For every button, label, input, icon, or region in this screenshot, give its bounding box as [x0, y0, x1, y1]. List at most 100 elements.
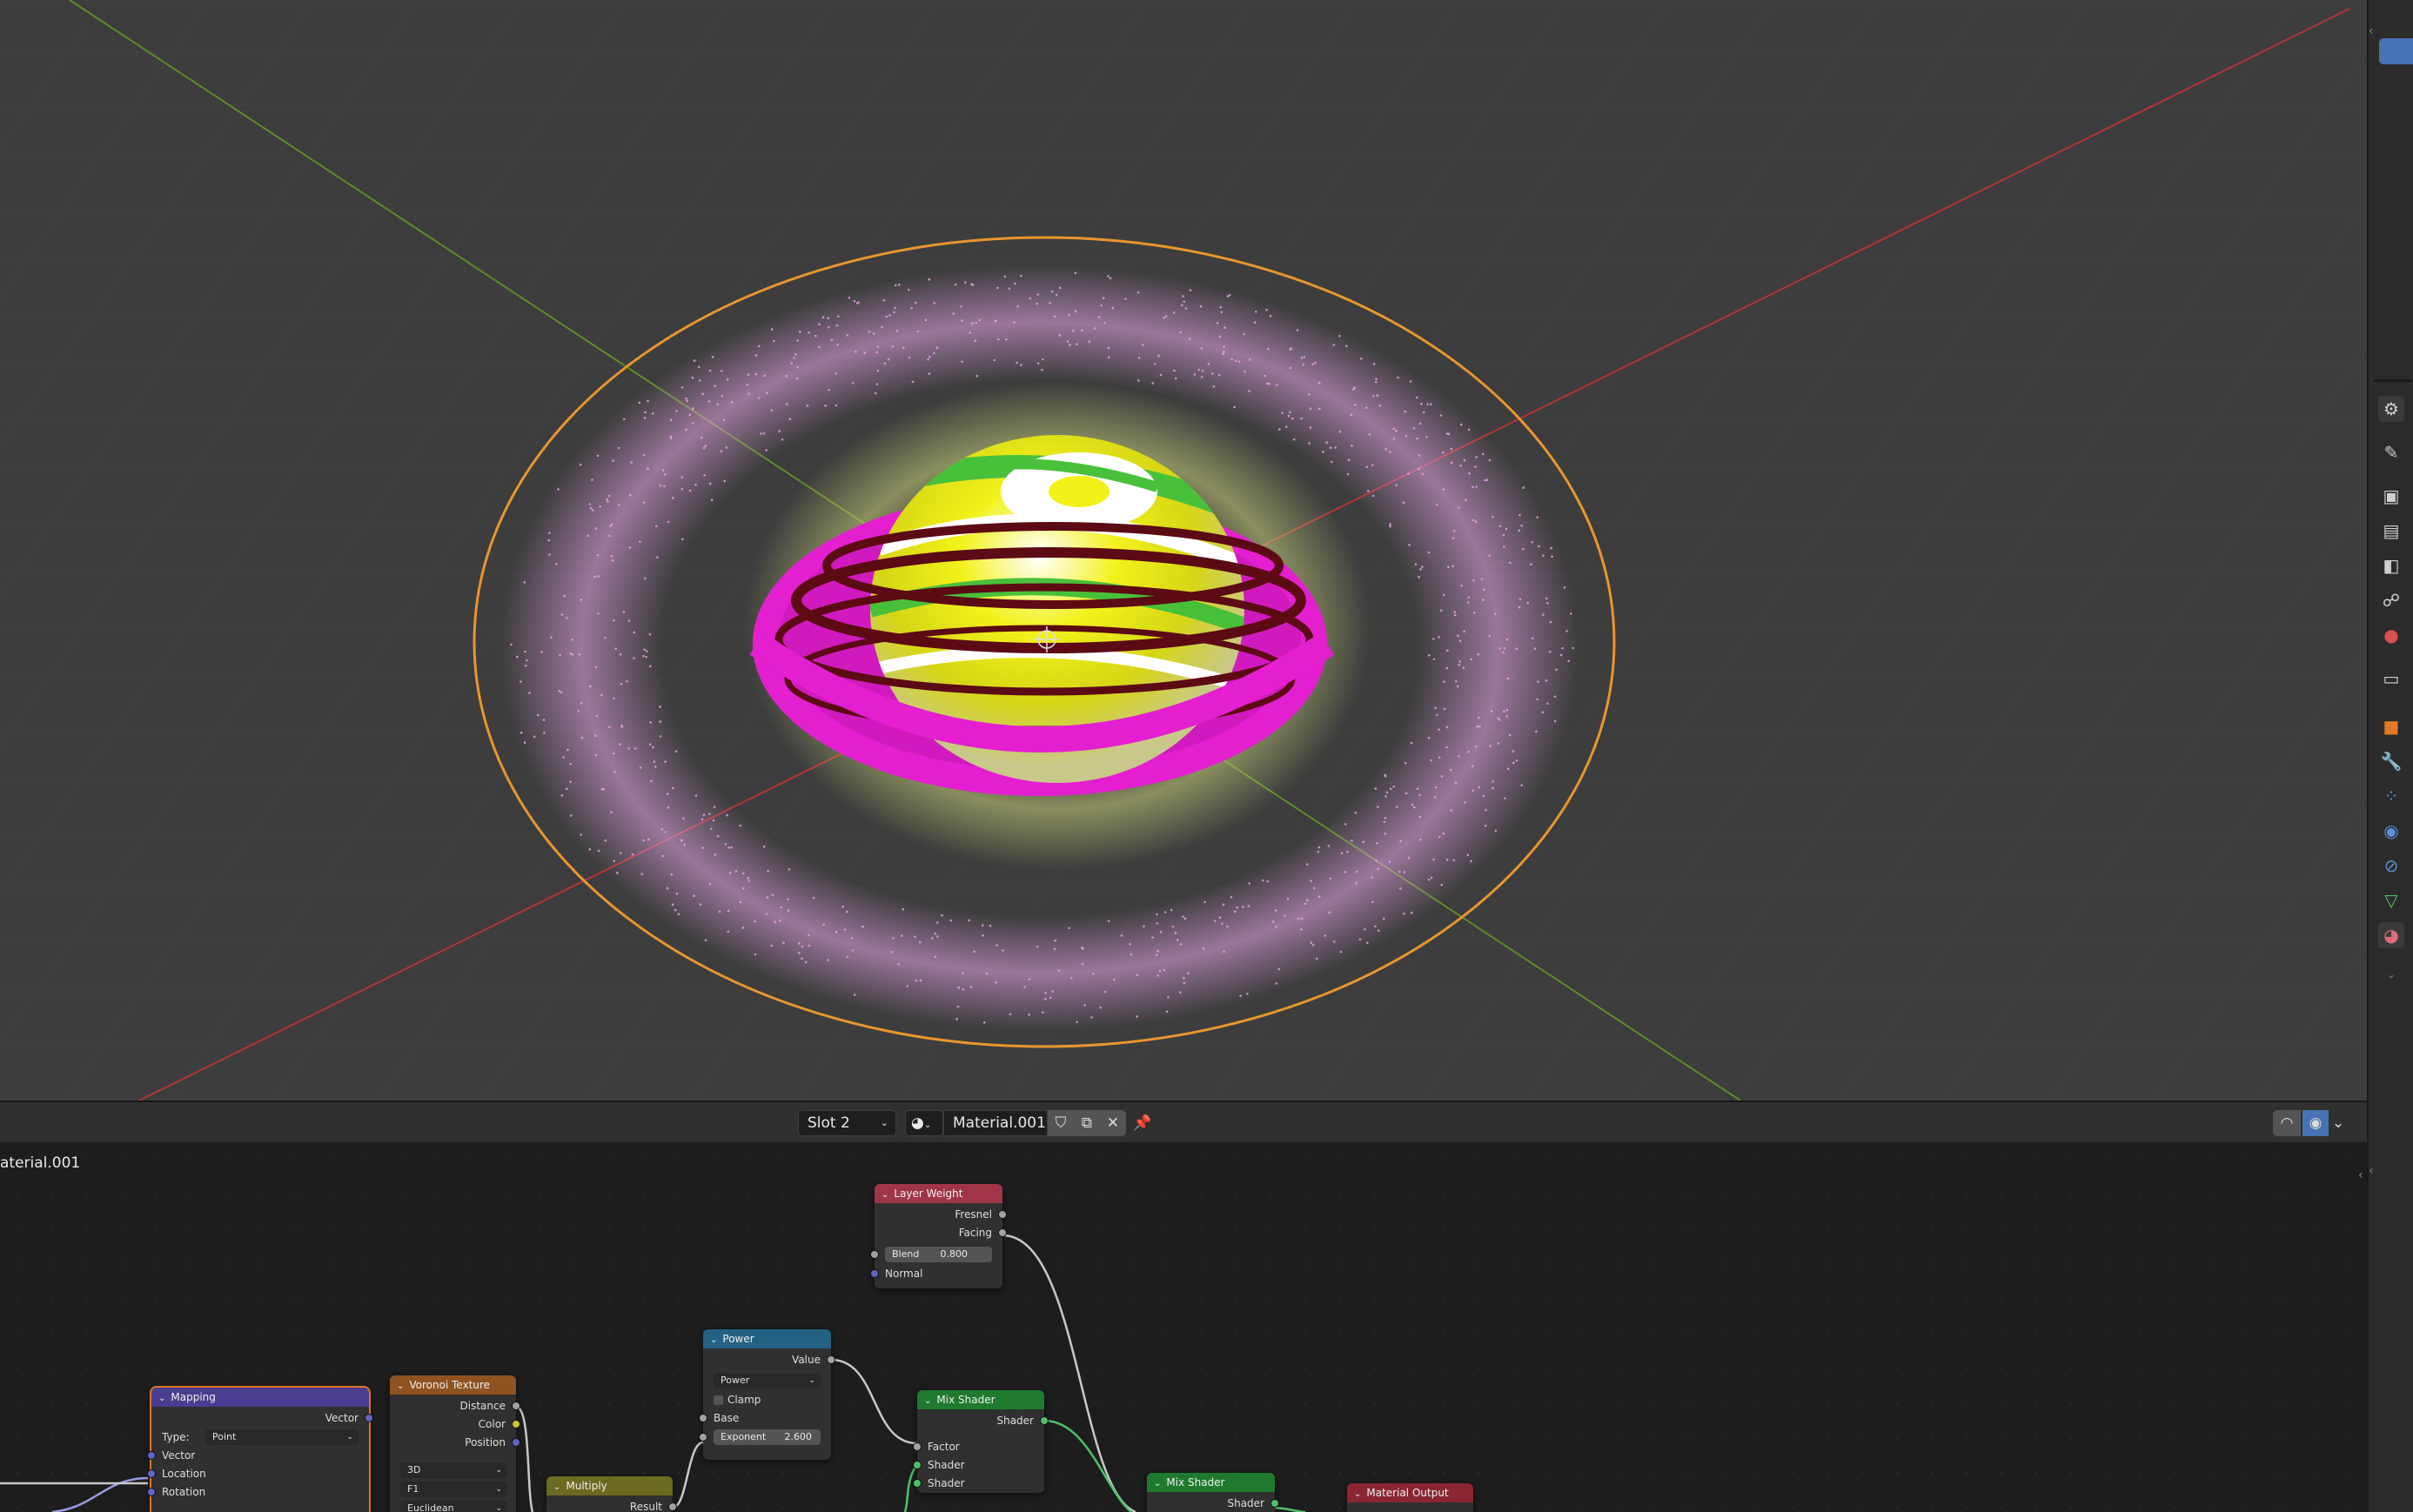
- output-icon[interactable]: ▣: [2378, 483, 2404, 509]
- socket-factor[interactable]: [913, 1442, 922, 1451]
- tool-icon[interactable]: ⚙: [2378, 396, 2404, 422]
- dimensions-dropdown[interactable]: 3D ⌄: [400, 1462, 507, 1478]
- particle: [981, 924, 984, 927]
- node-material-output[interactable]: ⌄ Material Output: [1347, 1483, 1473, 1512]
- particle: [1392, 427, 1395, 431]
- properties-header-tab[interactable]: [2379, 38, 2413, 64]
- collapse-chevron-icon[interactable]: ⌄: [881, 1186, 888, 1205]
- feature-dropdown[interactable]: F1 ⌄: [400, 1482, 507, 1497]
- socket-result[interactable]: [668, 1502, 677, 1511]
- socket-normal[interactable]: [870, 1269, 879, 1278]
- socket-distance[interactable]: [512, 1402, 520, 1410]
- exponent-field[interactable]: Exponent 2.600: [714, 1429, 821, 1445]
- socket-color[interactable]: [512, 1420, 520, 1428]
- particles-icon[interactable]: ⁘: [2378, 783, 2404, 809]
- metric-dropdown[interactable]: Euclidean ⌄: [400, 1501, 507, 1512]
- node-mapping[interactable]: ⌄ Mapping Vector Type: Point ⌄ Vector Loca…: [147, 1386, 373, 1512]
- overlay-toggle-icon[interactable]: ◠: [2273, 1110, 2301, 1136]
- particle: [1109, 277, 1112, 280]
- socket-base[interactable]: [699, 1414, 707, 1422]
- node-header[interactable]: ⌄ Multiply: [546, 1476, 673, 1495]
- socket-rotation[interactable]: [147, 1488, 156, 1496]
- world-icon[interactable]: ●: [2378, 622, 2404, 648]
- node-header[interactable]: ⌄ Voronoi Texture: [390, 1375, 516, 1395]
- particle: [881, 325, 883, 329]
- scene-props-icon[interactable]: ☍: [2378, 587, 2404, 613]
- collapse-chevron-icon[interactable]: ⌄: [1354, 1485, 1361, 1504]
- particle: [961, 360, 963, 364]
- socket-position[interactable]: [512, 1438, 520, 1447]
- unlink-close-icon[interactable]: ✕: [1100, 1110, 1126, 1136]
- node-layer-weight[interactable]: ⌄ Layer Weight Fresnel Facing Blend 0.800 …: [870, 1184, 1007, 1288]
- collapse-arrow-icon[interactable]: ‹: [2369, 24, 2374, 38]
- 3d-viewport[interactable]: [0, 0, 2367, 1101]
- collapse-chevron-icon[interactable]: ⌄: [924, 1392, 931, 1411]
- object-icon[interactable]: ■: [2378, 713, 2404, 739]
- socket-vector-in[interactable]: [147, 1451, 156, 1460]
- node-power[interactable]: ⌄ Power Value Power ⌄ Clamp Base Exponent 2…: [699, 1329, 835, 1460]
- node-multiply[interactable]: ⌄ Multiply Result: [546, 1476, 677, 1512]
- material-name-field[interactable]: Material.001: [943, 1110, 1048, 1136]
- collapse-chevron-icon[interactable]: ⌄: [397, 1377, 404, 1396]
- slot-dropdown[interactable]: Slot 2 ⌄: [798, 1110, 896, 1136]
- particle: [1537, 680, 1539, 683]
- socket-shader-a[interactable]: [913, 1461, 922, 1469]
- node-header[interactable]: ⌄ Mapping: [151, 1388, 369, 1407]
- constraints-icon[interactable]: ⊘: [2378, 853, 2404, 879]
- particle: [1439, 414, 1443, 417]
- collapse-chevron-icon[interactable]: ⌄: [1154, 1475, 1161, 1494]
- material-browse-button[interactable]: ◕⌄: [905, 1110, 943, 1136]
- node-voronoi-texture[interactable]: ⌄ Voronoi Texture Distance Color Position…: [390, 1375, 520, 1512]
- particle: [649, 721, 653, 724]
- render-icon[interactable]: ✎: [2378, 439, 2404, 465]
- collection-icon[interactable]: ▭: [2378, 666, 2404, 692]
- particle: [1310, 880, 1312, 882]
- clamp-checkbox[interactable]: [714, 1395, 723, 1405]
- sidebar-toggle-arrow-icon[interactable]: ‹: [2369, 1164, 2374, 1178]
- particle: [1491, 515, 1494, 518]
- viewport-shading-icon[interactable]: ◉: [2302, 1110, 2329, 1136]
- material-icon[interactable]: ◕: [2378, 922, 2404, 948]
- modifier-icon[interactable]: 🔧: [2378, 748, 2404, 774]
- collapse-chevron-icon[interactable]: ⌄: [158, 1389, 165, 1408]
- particle: [610, 555, 613, 558]
- math-operation-dropdown[interactable]: Power ⌄: [714, 1373, 821, 1388]
- node-header[interactable]: ⌄ Mix Shader: [1147, 1473, 1275, 1492]
- particle: [708, 369, 712, 372]
- node-header[interactable]: ⌄ Power: [703, 1329, 831, 1348]
- socket-vector-out[interactable]: [365, 1414, 373, 1422]
- socket-facing[interactable]: [998, 1228, 1007, 1237]
- fake-user-shield-icon[interactable]: ⛉: [1048, 1110, 1074, 1136]
- collapse-chevron-icon[interactable]: ⌄: [553, 1478, 560, 1497]
- view-layer-icon[interactable]: ▤: [2378, 518, 2404, 544]
- node-header[interactable]: ⌄ Layer Weight: [875, 1184, 1002, 1203]
- scene-icon[interactable]: ◧: [2378, 552, 2404, 579]
- socket-blend[interactable]: [870, 1250, 879, 1259]
- chevron-down-icon[interactable]: ⌄: [2378, 961, 2404, 987]
- node-header[interactable]: ⌄ Mix Shader: [917, 1390, 1044, 1409]
- socket-shader-b[interactable]: [913, 1479, 922, 1488]
- socket-fresnel[interactable]: [998, 1210, 1007, 1219]
- shading-dropdown-icon[interactable]: ⌄: [2329, 1110, 2348, 1136]
- node-header[interactable]: ⌄ Material Output: [1347, 1483, 1473, 1502]
- particle: [1275, 384, 1278, 386]
- node-editor-canvas[interactable]: aterial.001 ‹ ⌄ Layer Weight Fresnel Faci…: [0, 1142, 2367, 1512]
- socket-value[interactable]: [827, 1355, 835, 1364]
- particle: [1300, 928, 1303, 931]
- data-icon[interactable]: ▽: [2378, 887, 2404, 913]
- socket-shader-out[interactable]: [1270, 1499, 1279, 1508]
- mapping-type-dropdown[interactable]: Point ⌄: [205, 1429, 359, 1445]
- particle: [1434, 796, 1437, 799]
- particle: [642, 453, 646, 457]
- collapse-chevron-icon[interactable]: ⌄: [710, 1331, 717, 1350]
- pin-icon[interactable]: 📌: [1129, 1110, 1156, 1136]
- physics-icon[interactable]: ◉: [2378, 818, 2404, 844]
- node-mix-shader[interactable]: ⌄ Mix Shader Shader Factor Shader Shader: [913, 1390, 1049, 1493]
- node-mix-shader-2[interactable]: ⌄ Mix Shader Shader: [1147, 1473, 1279, 1512]
- socket-location[interactable]: [147, 1469, 156, 1478]
- socket-shader-out[interactable]: [1040, 1416, 1049, 1425]
- duplicate-icon[interactable]: ⧉: [1074, 1110, 1100, 1136]
- blend-field[interactable]: Blend 0.800: [885, 1247, 992, 1262]
- particle: [1020, 274, 1022, 278]
- socket-exponent[interactable]: [699, 1433, 707, 1442]
